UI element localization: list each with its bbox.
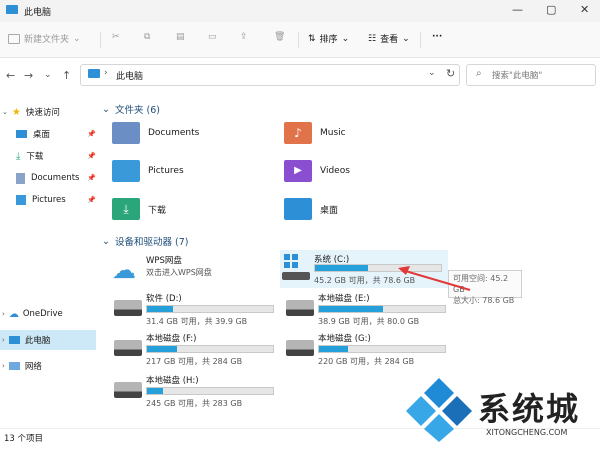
annotation-arrow xyxy=(398,266,471,291)
item-count: 13 个项目 xyxy=(4,434,44,444)
watermark-logo xyxy=(406,378,472,442)
watermark-url: XITONGCHENG.COM xyxy=(486,428,568,437)
watermark-brand: 系统城 xyxy=(478,390,581,428)
